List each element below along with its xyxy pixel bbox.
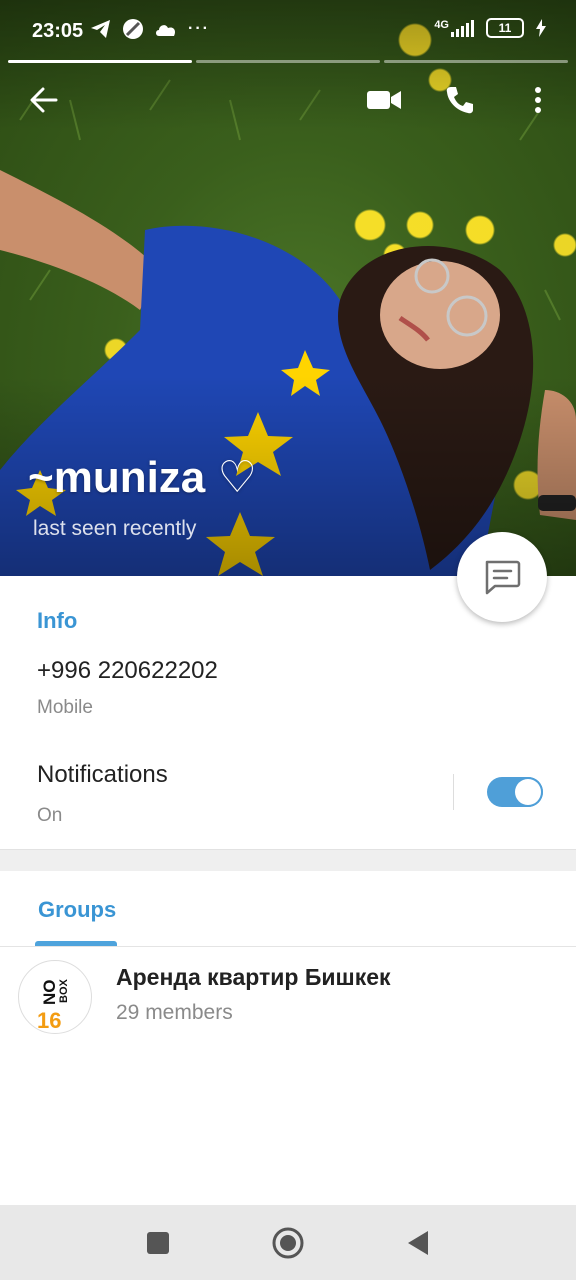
video-call-button[interactable] (364, 80, 404, 120)
system-navigation-bar (0, 1205, 576, 1280)
more-vertical-icon (535, 87, 541, 113)
group-avatar-text: NO (40, 980, 59, 1006)
nobox-logo: NO BOX 16 (37, 979, 70, 1034)
phone-type-label: Mobile (37, 697, 93, 718)
story-segment (384, 60, 568, 63)
notifications-label[interactable]: Notifications (37, 761, 168, 789)
network-signal-icon: 4G (434, 18, 474, 37)
home-circle-icon (272, 1227, 304, 1259)
story-progress (8, 60, 568, 63)
tab-groups[interactable]: Groups (38, 897, 116, 923)
charging-bolt-icon (536, 19, 546, 37)
notifications-status: On (37, 805, 63, 826)
back-arrow-icon (30, 87, 58, 113)
toggle-knob (515, 779, 541, 805)
back-nav-button[interactable] (398, 1223, 438, 1263)
group-members-count: 29 members (116, 1001, 233, 1024)
home-button[interactable] (268, 1223, 308, 1263)
notifications-divider (453, 774, 454, 810)
status-time: 23:05 (32, 20, 84, 42)
group-list-item[interactable]: NO BOX 16 Аренда квартир Бишкек 29 membe… (0, 958, 576, 1038)
back-button[interactable] (24, 80, 64, 120)
status-notification-icons: ··· (90, 18, 210, 40)
notifications-toggle[interactable] (487, 777, 543, 807)
back-triangle-icon (408, 1231, 428, 1255)
group-avatar: NO BOX 16 (18, 960, 92, 1034)
compass-icon (123, 19, 143, 39)
chat-bubble-icon (485, 560, 521, 595)
story-segment (8, 60, 192, 63)
recents-button[interactable] (138, 1223, 178, 1263)
group-avatar-text: 16 (37, 1008, 61, 1033)
cloud-icon (156, 25, 176, 36)
info-section-title: Info (37, 608, 78, 633)
group-name: Аренда квартир Бишкек (116, 964, 391, 990)
status-system-icons: 4G 11 (434, 18, 546, 38)
story-segment (196, 60, 380, 63)
video-call-icon (367, 91, 401, 109)
more-dots-icon: ··· (188, 20, 210, 37)
network-type: 4G (434, 18, 449, 31)
phone-number[interactable]: +996 220622202 (37, 657, 218, 685)
section-divider (0, 849, 576, 871)
recents-square-icon (147, 1232, 169, 1254)
send-message-button[interactable] (457, 532, 547, 622)
telegram-icon (91, 20, 110, 38)
more-options-button[interactable] (520, 80, 556, 120)
tab-divider (0, 946, 576, 947)
voice-call-button[interactable] (440, 80, 480, 120)
battery-icon: 11 (486, 18, 524, 38)
profile-name: ~muniza ♡ (28, 453, 257, 502)
group-avatar-text: BOX (58, 979, 70, 1004)
profile-last-seen: last seen recently (33, 517, 197, 540)
phone-icon (446, 87, 473, 114)
